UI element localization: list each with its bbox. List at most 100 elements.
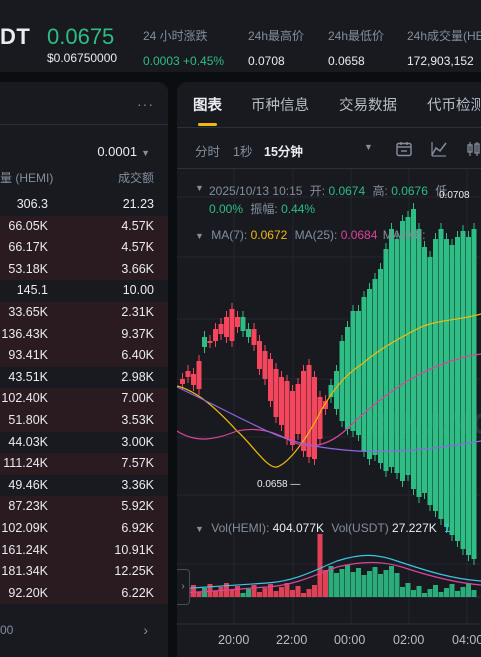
tab-token-check[interactable]: 代币检测: [427, 94, 481, 115]
candle-body: [361, 297, 367, 451]
candle-body: [218, 324, 224, 334]
order-book-row[interactable]: 145.1 10.00: [0, 280, 168, 302]
order-book-row[interactable]: 102.09K 6.92K: [0, 517, 168, 540]
volume-bar: [460, 587, 466, 597]
row-amount: 87.23K: [8, 499, 48, 514]
candle-body: [416, 229, 422, 497]
volume-bar: [312, 585, 317, 597]
open-label: 开:: [309, 184, 326, 198]
order-book-row[interactable]: 92.20K 6.22K: [0, 582, 168, 605]
order-book-row[interactable]: 181.34K 12.25K: [0, 561, 168, 583]
order-book-row[interactable]: 44.03K 3.00K: [0, 432, 168, 454]
row-total: 12.25K: [114, 564, 154, 579]
row-amount: 102.40K: [1, 391, 48, 406]
candle-datetime: 2025/10/13 10:15: [209, 184, 303, 198]
stat-label: 24h成交量(HEMI): [407, 29, 481, 43]
tab-chart[interactable]: 图表: [193, 94, 222, 115]
candle-body: [295, 384, 301, 434]
candle-body: [367, 289, 372, 459]
row-total: 3.36K: [121, 477, 154, 492]
candle-body: [268, 359, 273, 401]
volume-bar: [400, 587, 405, 597]
order-book-row[interactable]: 33.65K 2.31K: [0, 301, 168, 324]
calendar-icon[interactable]: [395, 140, 413, 158]
candle-body: [185, 371, 191, 377]
stat-24h-volume: 24h成交量(HEMI) 172,903,152: [407, 27, 481, 68]
volume-bar: [279, 587, 284, 597]
timeframe-15m[interactable]: 15分钟: [264, 141, 303, 160]
row-total: 10.00: [122, 283, 154, 298]
candlestick-chart[interactable]: BINANCE: [177, 169, 481, 657]
volume-bar: [383, 570, 389, 597]
volume-bar: [455, 591, 460, 597]
stat-24h-low: 24h最低价 0.0658: [328, 27, 384, 68]
collapse-ma-icon[interactable]: ▼: [195, 231, 204, 241]
row-total: 9.37K: [121, 326, 154, 341]
row-total: 3.00K: [121, 434, 154, 449]
volume-bar: [229, 590, 235, 597]
row-amount: 44.03K: [8, 434, 48, 449]
volume-bar: [306, 589, 312, 597]
volume-bar: [361, 575, 367, 597]
volume-bar: [389, 566, 394, 597]
expand-panel-button[interactable]: ›: [177, 569, 190, 605]
precision-select[interactable]: 0.0001 ▼: [97, 144, 150, 159]
row-amount: 66.17K: [8, 240, 48, 255]
volume-bar: [444, 588, 449, 597]
volume-bar: [416, 586, 422, 597]
row-amount: 161.24K: [1, 542, 48, 557]
chart-type-icon[interactable]: [465, 140, 481, 158]
stat-value: 0.0003 +0.45%: [143, 54, 225, 68]
order-book-row[interactable]: 93.41K 6.40K: [0, 345, 168, 367]
order-book-row[interactable]: 66.17K 4.57K: [0, 237, 168, 259]
col-header-total: 成交额: [117, 171, 154, 185]
candle-body: [433, 239, 438, 511]
ma99-label: MA(99):: [382, 228, 426, 242]
volume-bar: [246, 589, 251, 597]
order-book-row[interactable]: 51.80K 3.53K: [0, 409, 168, 432]
trading-pair[interactable]: DT: [0, 24, 30, 50]
volume-bar: [466, 583, 471, 597]
order-book-row[interactable]: 102.40K 7.00K: [0, 388, 168, 410]
order-book-row[interactable]: 66.05K 4.57K: [0, 215, 168, 238]
order-book-row[interactable]: 53.18K 3.66K: [0, 258, 168, 281]
candle-body: [471, 229, 477, 559]
order-book-row[interactable]: 43.51K 2.98K: [0, 367, 168, 389]
candle-body: [180, 379, 185, 384]
row-total: 6.40K: [121, 348, 154, 363]
order-book-row[interactable]: 161.24K 10.91K: [0, 539, 168, 562]
stat-label: 24h最低价: [328, 29, 385, 43]
order-book-row[interactable]: 136.43K 9.37K: [0, 323, 168, 346]
indicator-icon[interactable]: [430, 140, 448, 158]
row-total: 6.22K: [121, 585, 154, 600]
candle-body: [191, 374, 196, 385]
order-book-row[interactable]: 306.3 21.23: [0, 194, 168, 216]
chevron-right-icon[interactable]: ›: [143, 622, 148, 638]
more-options-icon[interactable]: ···: [137, 96, 154, 112]
volume-bar: [427, 589, 433, 597]
volume-bar: [317, 534, 323, 597]
volume-bar: [196, 592, 202, 597]
order-book-row[interactable]: 87.23K 5.92K: [0, 496, 168, 518]
timeframe-1s[interactable]: 1秒: [233, 141, 252, 160]
candle-body: [389, 229, 394, 467]
row-total: 21.23: [122, 197, 154, 211]
volume-bar: [262, 588, 268, 597]
row-total: 6.92K: [121, 520, 154, 535]
vol-extra: 1: [444, 521, 451, 535]
volume-bar: [438, 592, 444, 597]
timeframe-line[interactable]: 分时: [195, 141, 220, 160]
low-marker: 0.0658 —: [257, 479, 301, 490]
row-amount: 93.41K: [8, 348, 48, 363]
timeframe-more-icon[interactable]: ▼: [364, 142, 373, 152]
tab-coin-info[interactable]: 币种信息: [251, 94, 309, 115]
collapse-vol-icon[interactable]: ▼: [195, 524, 204, 534]
high-value: 0.0676: [391, 184, 428, 198]
last-price: 0.0675: [47, 24, 115, 49]
order-book-row[interactable]: 49.46K 3.36K: [0, 475, 168, 497]
tab-trading-data[interactable]: 交易数据: [339, 94, 397, 115]
amplitude-value: 0.44%: [281, 202, 316, 216]
order-book-row[interactable]: 111.24K 7.57K: [0, 453, 168, 475]
row-amount: 181.34K: [1, 564, 48, 579]
vol-usdt-value: 27.227K: [392, 521, 437, 535]
